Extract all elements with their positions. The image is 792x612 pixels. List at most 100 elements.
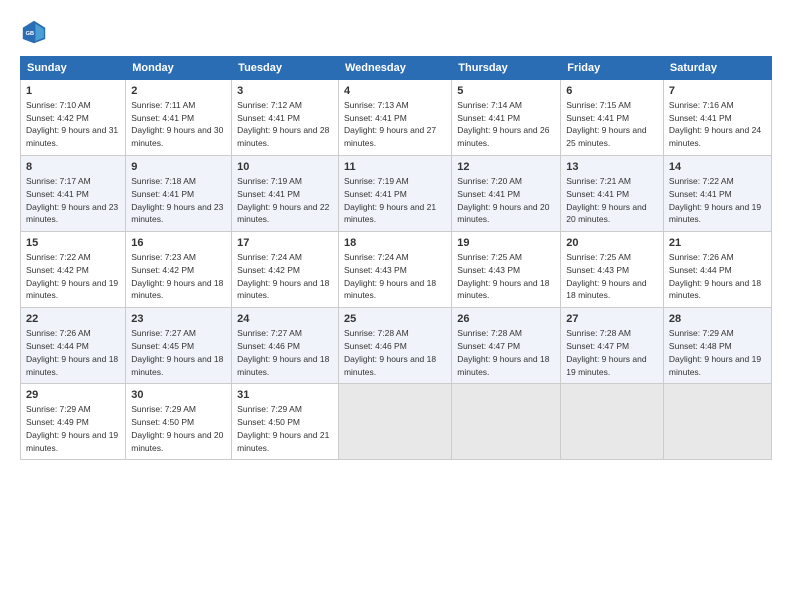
logo-icon: GB (20, 18, 48, 46)
day-cell: 18Sunrise: 7:24 AMSunset: 4:43 PMDayligh… (338, 232, 451, 308)
day-cell: 19Sunrise: 7:25 AMSunset: 4:43 PMDayligh… (452, 232, 561, 308)
day-cell: 16Sunrise: 7:23 AMSunset: 4:42 PMDayligh… (126, 232, 232, 308)
day-number: 21 (669, 236, 766, 251)
day-info: Sunrise: 7:27 AMSunset: 4:46 PMDaylight:… (237, 328, 329, 376)
day-info: Sunrise: 7:25 AMSunset: 4:43 PMDaylight:… (457, 252, 549, 300)
day-cell: 2Sunrise: 7:11 AMSunset: 4:41 PMDaylight… (126, 80, 232, 156)
day-cell: 13Sunrise: 7:21 AMSunset: 4:41 PMDayligh… (561, 156, 664, 232)
day-number: 22 (26, 312, 120, 327)
day-number: 1 (26, 84, 120, 99)
day-info: Sunrise: 7:29 AMSunset: 4:50 PMDaylight:… (131, 404, 223, 452)
day-cell: 20Sunrise: 7:25 AMSunset: 4:43 PMDayligh… (561, 232, 664, 308)
day-cell: 6Sunrise: 7:15 AMSunset: 4:41 PMDaylight… (561, 80, 664, 156)
day-cell: 1Sunrise: 7:10 AMSunset: 4:42 PMDaylight… (21, 80, 126, 156)
day-cell: 5Sunrise: 7:14 AMSunset: 4:41 PMDaylight… (452, 80, 561, 156)
day-cell: 7Sunrise: 7:16 AMSunset: 4:41 PMDaylight… (663, 80, 771, 156)
day-cell: 23Sunrise: 7:27 AMSunset: 4:45 PMDayligh… (126, 308, 232, 384)
week-row-3: 15Sunrise: 7:22 AMSunset: 4:42 PMDayligh… (21, 232, 772, 308)
day-info: Sunrise: 7:26 AMSunset: 4:44 PMDaylight:… (26, 328, 118, 376)
day-cell: 17Sunrise: 7:24 AMSunset: 4:42 PMDayligh… (232, 232, 339, 308)
day-number: 30 (131, 388, 226, 403)
day-info: Sunrise: 7:13 AMSunset: 4:41 PMDaylight:… (344, 100, 436, 148)
day-info: Sunrise: 7:29 AMSunset: 4:49 PMDaylight:… (26, 404, 118, 452)
day-number: 28 (669, 312, 766, 327)
day-number: 29 (26, 388, 120, 403)
day-number: 11 (344, 160, 446, 175)
day-number: 27 (566, 312, 658, 327)
week-row-2: 8Sunrise: 7:17 AMSunset: 4:41 PMDaylight… (21, 156, 772, 232)
day-cell: 22Sunrise: 7:26 AMSunset: 4:44 PMDayligh… (21, 308, 126, 384)
day-info: Sunrise: 7:28 AMSunset: 4:46 PMDaylight:… (344, 328, 436, 376)
day-cell: 29Sunrise: 7:29 AMSunset: 4:49 PMDayligh… (21, 384, 126, 460)
day-cell: 31Sunrise: 7:29 AMSunset: 4:50 PMDayligh… (232, 384, 339, 460)
day-cell (452, 384, 561, 460)
day-info: Sunrise: 7:29 AMSunset: 4:48 PMDaylight:… (669, 328, 761, 376)
logo: GB (20, 18, 52, 46)
day-cell (561, 384, 664, 460)
day-number: 4 (344, 84, 446, 99)
day-info: Sunrise: 7:10 AMSunset: 4:42 PMDaylight:… (26, 100, 118, 148)
day-number: 15 (26, 236, 120, 251)
day-number: 10 (237, 160, 333, 175)
day-info: Sunrise: 7:20 AMSunset: 4:41 PMDaylight:… (457, 176, 549, 224)
day-cell: 14Sunrise: 7:22 AMSunset: 4:41 PMDayligh… (663, 156, 771, 232)
day-cell (338, 384, 451, 460)
day-cell: 21Sunrise: 7:26 AMSunset: 4:44 PMDayligh… (663, 232, 771, 308)
day-info: Sunrise: 7:11 AMSunset: 4:41 PMDaylight:… (131, 100, 223, 148)
day-cell: 4Sunrise: 7:13 AMSunset: 4:41 PMDaylight… (338, 80, 451, 156)
day-number: 5 (457, 84, 555, 99)
day-info: Sunrise: 7:26 AMSunset: 4:44 PMDaylight:… (669, 252, 761, 300)
day-number: 8 (26, 160, 120, 175)
day-number: 13 (566, 160, 658, 175)
day-number: 9 (131, 160, 226, 175)
header-row: SundayMondayTuesdayWednesdayThursdayFrid… (21, 57, 772, 80)
day-number: 14 (669, 160, 766, 175)
day-number: 2 (131, 84, 226, 99)
day-cell: 11Sunrise: 7:19 AMSunset: 4:41 PMDayligh… (338, 156, 451, 232)
day-info: Sunrise: 7:24 AMSunset: 4:43 PMDaylight:… (344, 252, 436, 300)
week-row-4: 22Sunrise: 7:26 AMSunset: 4:44 PMDayligh… (21, 308, 772, 384)
day-number: 16 (131, 236, 226, 251)
day-cell: 15Sunrise: 7:22 AMSunset: 4:42 PMDayligh… (21, 232, 126, 308)
day-cell: 26Sunrise: 7:28 AMSunset: 4:47 PMDayligh… (452, 308, 561, 384)
calendar-table: SundayMondayTuesdayWednesdayThursdayFrid… (20, 56, 772, 460)
day-number: 3 (237, 84, 333, 99)
day-info: Sunrise: 7:17 AMSunset: 4:41 PMDaylight:… (26, 176, 118, 224)
day-info: Sunrise: 7:28 AMSunset: 4:47 PMDaylight:… (457, 328, 549, 376)
day-cell: 25Sunrise: 7:28 AMSunset: 4:46 PMDayligh… (338, 308, 451, 384)
day-info: Sunrise: 7:19 AMSunset: 4:41 PMDaylight:… (344, 176, 436, 224)
day-number: 6 (566, 84, 658, 99)
day-info: Sunrise: 7:14 AMSunset: 4:41 PMDaylight:… (457, 100, 549, 148)
day-number: 31 (237, 388, 333, 403)
day-number: 23 (131, 312, 226, 327)
day-info: Sunrise: 7:28 AMSunset: 4:47 PMDaylight:… (566, 328, 646, 376)
day-info: Sunrise: 7:12 AMSunset: 4:41 PMDaylight:… (237, 100, 329, 148)
page: GB SundayMondayTuesdayWednesdayThursdayF… (0, 0, 792, 612)
header: GB (20, 18, 772, 46)
col-header-saturday: Saturday (663, 57, 771, 80)
day-info: Sunrise: 7:19 AMSunset: 4:41 PMDaylight:… (237, 176, 329, 224)
day-info: Sunrise: 7:24 AMSunset: 4:42 PMDaylight:… (237, 252, 329, 300)
col-header-monday: Monday (126, 57, 232, 80)
day-number: 20 (566, 236, 658, 251)
day-number: 18 (344, 236, 446, 251)
day-info: Sunrise: 7:21 AMSunset: 4:41 PMDaylight:… (566, 176, 646, 224)
day-cell: 28Sunrise: 7:29 AMSunset: 4:48 PMDayligh… (663, 308, 771, 384)
svg-text:GB: GB (26, 31, 34, 37)
day-cell: 24Sunrise: 7:27 AMSunset: 4:46 PMDayligh… (232, 308, 339, 384)
week-row-5: 29Sunrise: 7:29 AMSunset: 4:49 PMDayligh… (21, 384, 772, 460)
day-number: 26 (457, 312, 555, 327)
day-number: 19 (457, 236, 555, 251)
day-info: Sunrise: 7:16 AMSunset: 4:41 PMDaylight:… (669, 100, 761, 148)
day-cell: 30Sunrise: 7:29 AMSunset: 4:50 PMDayligh… (126, 384, 232, 460)
day-cell: 9Sunrise: 7:18 AMSunset: 4:41 PMDaylight… (126, 156, 232, 232)
week-row-1: 1Sunrise: 7:10 AMSunset: 4:42 PMDaylight… (21, 80, 772, 156)
day-info: Sunrise: 7:23 AMSunset: 4:42 PMDaylight:… (131, 252, 223, 300)
day-info: Sunrise: 7:27 AMSunset: 4:45 PMDaylight:… (131, 328, 223, 376)
day-cell (663, 384, 771, 460)
day-info: Sunrise: 7:18 AMSunset: 4:41 PMDaylight:… (131, 176, 223, 224)
col-header-tuesday: Tuesday (232, 57, 339, 80)
day-info: Sunrise: 7:22 AMSunset: 4:42 PMDaylight:… (26, 252, 118, 300)
day-cell: 8Sunrise: 7:17 AMSunset: 4:41 PMDaylight… (21, 156, 126, 232)
day-info: Sunrise: 7:29 AMSunset: 4:50 PMDaylight:… (237, 404, 329, 452)
